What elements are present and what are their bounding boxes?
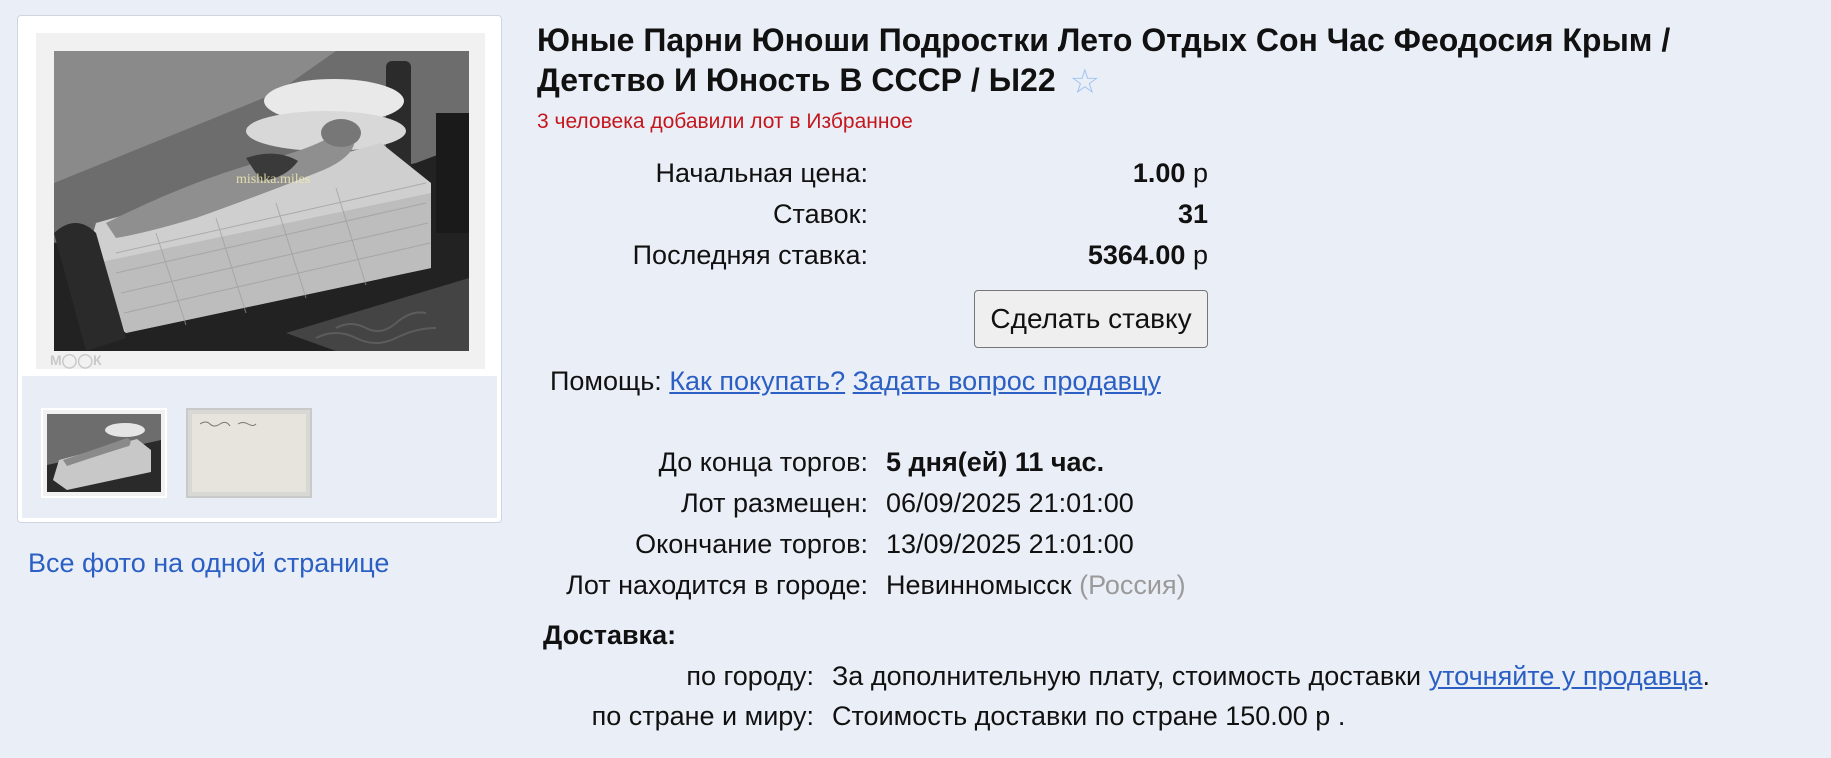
favorites-note: 3 человека добавили лот в Избранное [537, 110, 913, 133]
ask-seller-link[interactable]: Задать вопрос продавцу [853, 366, 1161, 396]
posted-label: Лот размещен: [680, 488, 868, 518]
end-time-label: Окончание торгов: [635, 529, 868, 559]
thumbnail-1-image [43, 410, 165, 496]
photo-watermark: mishka.miles [236, 172, 310, 187]
delivery-city-label: по городу: [686, 661, 814, 691]
last-bid-label: Последняя ставка: [632, 240, 868, 270]
posted-row: Лот размещен: [537, 488, 868, 522]
help-row: Помощь: Как покупать? Задать вопрос прод… [550, 366, 1161, 397]
ends-in-value: 5 дня(ей) 11 час. [886, 447, 1105, 477]
delivery-heading: Доставка: [543, 620, 677, 650]
start-price-label: Начальная цена: [655, 158, 868, 188]
delivery-country-value: Стоимость доставки по стране 150.00 р . [832, 701, 1346, 731]
end-time-value: 13/09/2025 21:01:00 [886, 529, 1134, 559]
start-price-value-cell: 1.00 р [1000, 158, 1208, 189]
thumbnail-2[interactable] [186, 408, 312, 498]
place-bid-button[interactable]: Сделать ставку [974, 290, 1208, 348]
bids-label: Ставок: [773, 199, 868, 229]
delivery-city-row: по городу: [537, 661, 814, 695]
favorite-star-icon[interactable]: ☆ [1070, 63, 1100, 101]
help-label: Помощь: [550, 366, 662, 396]
delivery-country-label: по стране и миру: [591, 701, 814, 731]
photo-gallery: mishka.miles М◯◯К [17, 15, 502, 523]
ends-in-label: До конца торгов: [658, 447, 868, 477]
currency-symbol: р [1192, 240, 1208, 270]
delivery-city-text: За дополнительную плату, стоимость доста… [832, 661, 1422, 691]
last-bid-value-cell: 5364.00 р [1000, 240, 1208, 271]
lot-title: Юные Парни Юноши Подростки Лето Отдых Со… [537, 20, 1807, 102]
thumbnail-strip [22, 376, 497, 518]
site-watermark-icon: М◯◯К [50, 352, 102, 369]
ends-in-row: До конца торгов: [537, 447, 868, 481]
how-to-buy-link[interactable]: Как покупать? [669, 366, 845, 396]
delivery-city-suffix: . [1702, 661, 1711, 691]
delivery-city-value: За дополнительную плату, стоимость доста… [832, 661, 1710, 692]
lot-title-text: Юные Парни Юноши Подростки Лето Отдых Со… [537, 22, 1671, 98]
main-photo-image: mishka.miles М◯◯К [36, 33, 485, 369]
start-price-value: 1.00 [1132, 158, 1186, 188]
city-value: Невинномысск [886, 570, 1072, 600]
city-row: Лот находится в городе: [537, 570, 868, 604]
bids-value: 31 [1177, 199, 1208, 229]
main-photo[interactable]: mishka.miles М◯◯К [36, 33, 485, 369]
start-price-row: Начальная цена: [537, 158, 868, 192]
last-bid-row: Последняя ставка: [537, 240, 868, 274]
thumbnail-2-image [188, 410, 310, 496]
country-value: (Россия) [1079, 570, 1186, 600]
clarify-with-seller-link[interactable]: уточняйте у продавца [1429, 661, 1703, 691]
posted-value: 06/09/2025 21:01:00 [886, 488, 1134, 518]
bids-row: Ставок: [537, 199, 868, 233]
currency-symbol: р [1192, 158, 1208, 188]
city-value-cell: Невинномысск (Россия) [886, 570, 1186, 601]
city-label: Лот находится в городе: [566, 570, 868, 600]
all-photos-link[interactable]: Все фото на одной странице [28, 548, 389, 579]
end-time-row: Окончание торгов: [537, 529, 868, 563]
delivery-country-row: по стране и миру: [537, 701, 814, 735]
last-bid-value: 5364.00 [1087, 240, 1186, 270]
thumbnail-1[interactable] [41, 408, 167, 498]
bids-value-cell: 31 [1000, 199, 1208, 230]
